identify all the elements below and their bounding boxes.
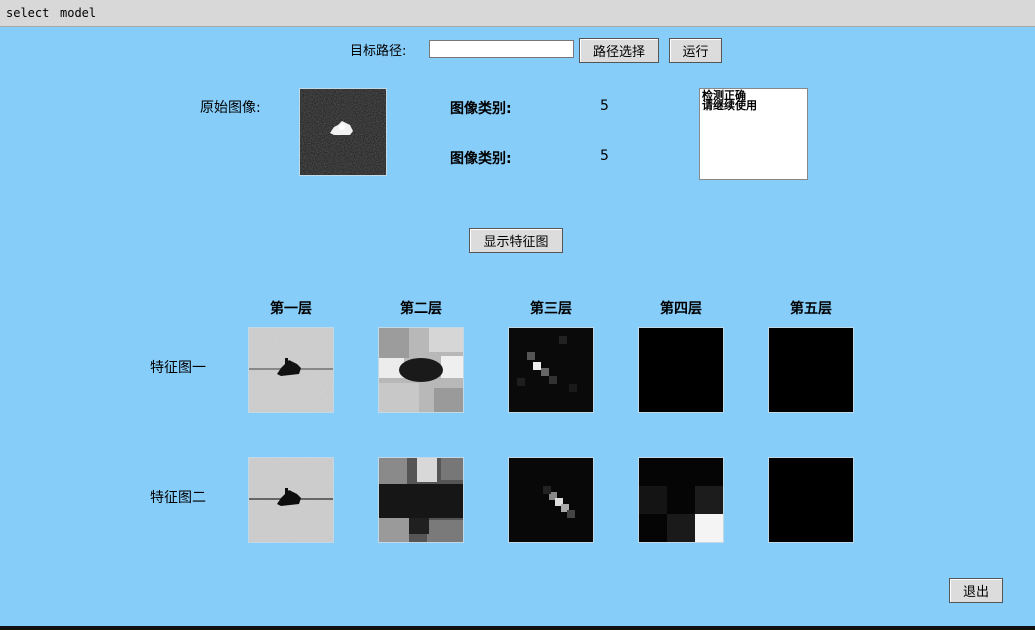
result-1-value: 5: [600, 98, 609, 114]
menu-select[interactable]: select: [6, 6, 49, 20]
feature-1-layer-3-image: [508, 327, 594, 413]
run-button[interactable]: 运行: [669, 38, 722, 63]
path-input[interactable]: [429, 40, 574, 58]
layer-3-header: 第三层: [530, 301, 572, 317]
layer-5-header: 第五层: [790, 301, 832, 317]
feature-1-layer-4-image: [638, 327, 724, 413]
menu-bar: select model: [0, 0, 1035, 27]
feature-row-2-label: 特征图二: [150, 490, 206, 506]
menu-model[interactable]: model: [60, 6, 96, 20]
layer-4-header: 第四层: [660, 301, 702, 317]
feature-2-layer-1-image: [248, 457, 334, 543]
feature-2-layer-4-image: [638, 457, 724, 543]
result-2-label: 图像类别:: [450, 151, 512, 167]
original-image: [299, 88, 387, 176]
bottom-border: [0, 626, 1035, 630]
layer-1-header: 第一层: [270, 301, 312, 317]
feature-row-1-label: 特征图一: [150, 360, 206, 376]
result-1-label: 图像类别:: [450, 101, 512, 117]
status-line-2: 请继续使用: [702, 99, 757, 112]
layer-2-header: 第二层: [400, 301, 442, 317]
feature-2-layer-3-image: [508, 457, 594, 543]
feature-1-layer-1-image: [248, 327, 334, 413]
feature-2-layer-2-image: [378, 457, 464, 543]
exit-button[interactable]: 退出: [949, 578, 1003, 603]
feature-1-layer-5-image: [768, 327, 854, 413]
browse-path-button[interactable]: 路径选择: [579, 38, 659, 63]
result-2-value: 5: [600, 148, 609, 164]
feature-2-layer-5-image: [768, 457, 854, 543]
original-image-label: 原始图像:: [200, 100, 261, 116]
show-feature-map-button[interactable]: 显示特征图: [469, 228, 563, 253]
feature-1-layer-2-image: [378, 327, 464, 413]
path-label: 目标路径:: [350, 44, 407, 59]
status-listbox[interactable]: 检测正确 请继续使用: [699, 88, 808, 180]
